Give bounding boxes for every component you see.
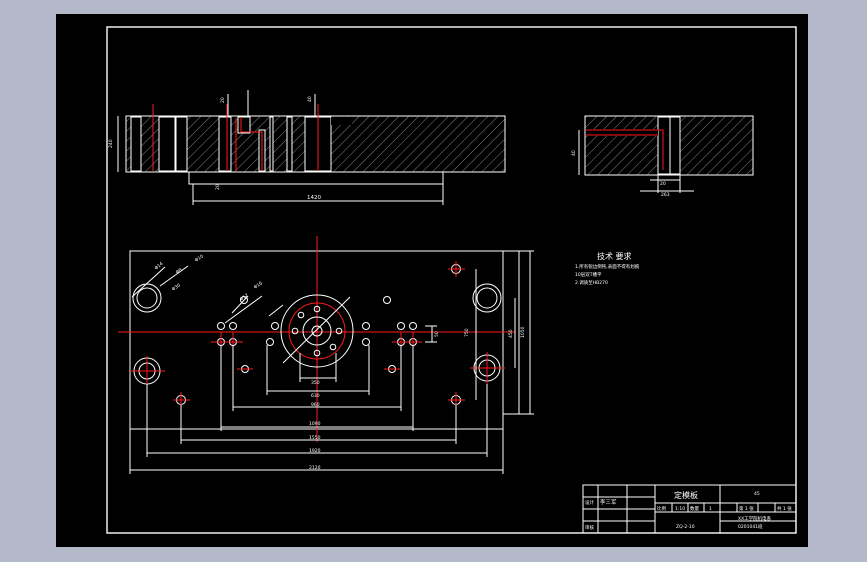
dim-1090: 1090 <box>309 421 321 427</box>
dim-630: 630 <box>311 393 320 399</box>
tb-sheet: 第 1 张 <box>739 505 754 512</box>
tb-scale-label: 比例 <box>657 505 666 512</box>
dim-detail-height: 40 <box>571 150 577 156</box>
dim-50: 50 <box>434 331 440 337</box>
cad-drawing: 1420 240 20 40 20 40 20 263 Φ14 Φ8 Φ10 Φ… <box>56 14 808 547</box>
dim-1920: 1920 <box>309 448 321 454</box>
dim-top-length: 1420 <box>307 195 321 201</box>
dim-detail-width-a: 20 <box>660 181 666 187</box>
tech-title: 技术 要求 <box>597 251 632 261</box>
dim-2120: 2120 <box>309 465 321 471</box>
tech-line-3: 2.调质至HB270 <box>575 279 608 286</box>
dim-base: 20 <box>215 184 221 190</box>
tb-material: 45 <box>754 491 760 497</box>
tb-school: XX工学院机电系 <box>738 515 772 522</box>
tech-line-2: 10层双T槽平 <box>575 271 602 278</box>
tech-line-1: 1.所有锐边倒钝,表面不得有划痕 <box>575 263 640 270</box>
dim-350: 350 <box>311 380 320 386</box>
drawing-sheet <box>56 14 808 547</box>
dim-hole-depth-right: 40 <box>307 96 313 102</box>
tb-drawing-no: ZQ-2-10 <box>676 524 695 530</box>
tb-class: 0201041班 <box>738 523 763 530</box>
dim-450: 450 <box>508 329 514 338</box>
tb-part-name: 定模板 <box>674 490 698 500</box>
tb-check-label: 审核 <box>585 524 594 531</box>
dim-960: 960 <box>311 402 320 408</box>
dim-750: 750 <box>464 328 470 337</box>
tb-designer-name: 李三军 <box>600 498 617 506</box>
dim-1050: 1050 <box>520 326 526 338</box>
dim-top-height: 240 <box>108 139 114 148</box>
tb-qty-value: 1 <box>709 506 712 512</box>
cad-viewport[interactable]: 1420 240 20 40 20 40 20 263 Φ14 Φ8 Φ10 Φ… <box>0 0 867 562</box>
dim-detail-width-b: 263 <box>661 192 670 198</box>
dim-1550: 1550 <box>309 435 321 441</box>
tb-scale-value: 1:10 <box>675 506 685 512</box>
tb-qty-label: 数量 <box>690 505 699 512</box>
tb-sheets: 共 1 张 <box>777 505 792 512</box>
tb-designer-label: 设计 <box>585 499 594 506</box>
dim-hole-depth-left: 20 <box>220 97 226 103</box>
